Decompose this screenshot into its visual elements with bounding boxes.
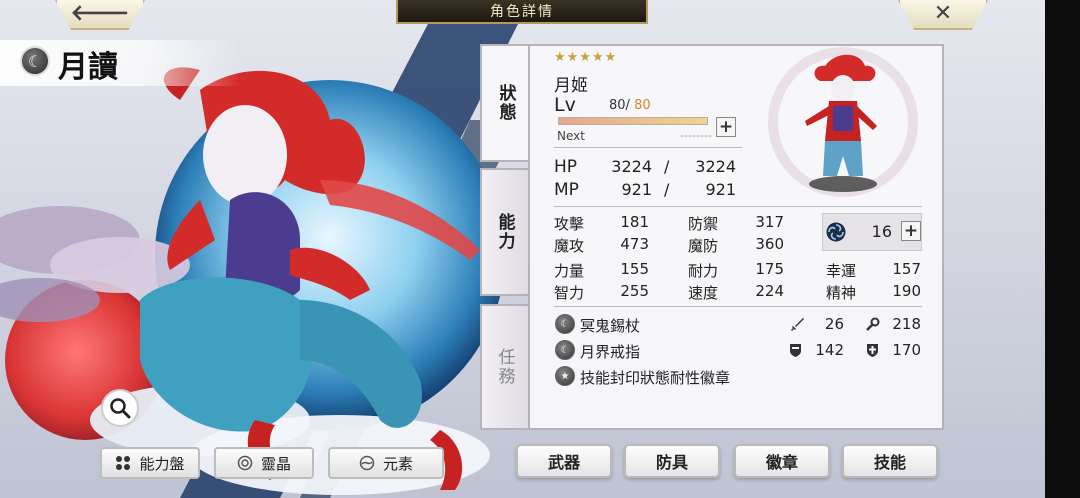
- armor-button[interactable]: 防具: [624, 444, 720, 478]
- spirit-crystal-button[interactable]: 靈晶: [214, 447, 314, 479]
- speed-value: 224: [755, 282, 784, 300]
- weapon-slot-icon: ☾: [555, 314, 575, 334]
- cross-shield-icon: [867, 344, 878, 357]
- tab-mission[interactable]: 任務: [480, 304, 530, 430]
- level-separator: /: [625, 98, 630, 113]
- magic-defense-label: 魔防: [688, 237, 719, 255]
- defense-label: 防禦: [688, 215, 719, 233]
- mp-slash: /: [664, 180, 670, 199]
- divider: [554, 206, 922, 207]
- exp-bar: [558, 117, 708, 125]
- weapon-attack-value: 26: [824, 315, 844, 333]
- tab-mission-label: 任務: [494, 348, 515, 386]
- crystal-icon: [237, 455, 253, 471]
- tab-status[interactable]: 狀態: [480, 44, 530, 162]
- magic-attack-label: 魔攻: [554, 237, 585, 255]
- level-value: 80/ 80: [609, 98, 651, 113]
- spirit-crystal-label: 靈晶: [260, 454, 291, 473]
- ability-board-icon: [116, 456, 131, 470]
- wand-icon: [866, 317, 880, 331]
- equip-weapon-name[interactable]: 冥鬼錫杖: [580, 315, 640, 336]
- zoom-button[interactable]: [101, 389, 139, 427]
- level-max: 80: [634, 98, 651, 113]
- speed-label: 速度: [688, 284, 719, 302]
- strength-value: 155: [620, 260, 649, 278]
- equip-ring-name[interactable]: 月界戒指: [580, 341, 640, 362]
- level-label: Lv: [554, 94, 576, 116]
- hp-slash: /: [664, 157, 670, 176]
- character-portrait: [768, 47, 918, 197]
- hp-label: HP: [554, 157, 578, 177]
- intelligence-label: 智力: [554, 284, 585, 302]
- next-exp-label: Next: [557, 129, 585, 143]
- back-arrow-icon: 🡐: [70, 1, 130, 26]
- defense-value: 317: [755, 213, 784, 231]
- ring-defense-value: 142: [815, 341, 844, 359]
- ability-board-button[interactable]: 能力盤: [100, 447, 200, 479]
- equip-badge-name[interactable]: 技能封印狀態耐性徽章: [580, 367, 730, 388]
- screen-title: 角色詳情: [396, 0, 648, 24]
- level-up-plus-button[interactable]: +: [716, 117, 736, 137]
- exp-bar-fill: [559, 118, 707, 124]
- swirl-element-icon: [826, 222, 846, 242]
- magnifier-icon: [110, 398, 131, 419]
- mp-current: 921: [621, 180, 652, 199]
- level-current: 80: [609, 98, 626, 113]
- badge-slot-icon: ★: [555, 366, 575, 386]
- mp-label: MP: [554, 180, 579, 200]
- badge-button[interactable]: 徽章: [734, 444, 830, 478]
- luck-label: 幸運: [826, 262, 857, 280]
- tab-ability-label: 能力: [494, 213, 515, 251]
- screen-edge: [1045, 0, 1080, 498]
- element-affinity-value: 16: [871, 222, 892, 241]
- element-icon: [359, 455, 375, 471]
- magic-attack-value: 473: [620, 235, 649, 253]
- tab-ability[interactable]: 能力: [480, 168, 530, 296]
- skill-button[interactable]: 技能: [842, 444, 938, 478]
- divider: [554, 306, 922, 307]
- weapon-button[interactable]: 武器: [516, 444, 612, 478]
- character-name: 月讀: [58, 50, 118, 85]
- endurance-label: 耐力: [688, 262, 719, 280]
- attack-value: 181: [620, 213, 649, 231]
- element-label: 元素: [382, 454, 413, 473]
- strength-label: 力量: [554, 262, 585, 280]
- rarity-stars: ★★★★★: [554, 50, 618, 65]
- weapon-magic-value: 218: [892, 315, 921, 333]
- luck-value: 157: [892, 260, 921, 278]
- ring-slot-icon: ☾: [555, 340, 575, 360]
- close-x-icon: ✕: [933, 1, 953, 26]
- element-plus-button[interactable]: +: [901, 221, 921, 241]
- hp-current: 3224: [611, 157, 652, 176]
- ability-board-label: 能力盤: [139, 454, 185, 473]
- magic-defense-value: 360: [755, 235, 784, 253]
- divider: [554, 147, 742, 148]
- sword-icon: [791, 318, 804, 331]
- mp-max: 921: [705, 180, 736, 199]
- ring-magic-defense-value: 170: [892, 341, 921, 359]
- intelligence-value: 255: [620, 282, 649, 300]
- moon-icon: ☾: [20, 46, 50, 76]
- spirit-label: 精神: [826, 284, 857, 302]
- attack-label: 攻擊: [554, 215, 585, 233]
- element-button[interactable]: 元素: [328, 447, 444, 479]
- hp-max: 3224: [695, 157, 736, 176]
- tab-status-label: 狀態: [495, 84, 516, 122]
- character-alias: 月姬: [554, 76, 588, 96]
- shield-icon: [790, 344, 801, 357]
- next-exp-value: --------: [680, 129, 712, 142]
- spirit-value: 190: [892, 282, 921, 300]
- endurance-value: 175: [755, 260, 784, 278]
